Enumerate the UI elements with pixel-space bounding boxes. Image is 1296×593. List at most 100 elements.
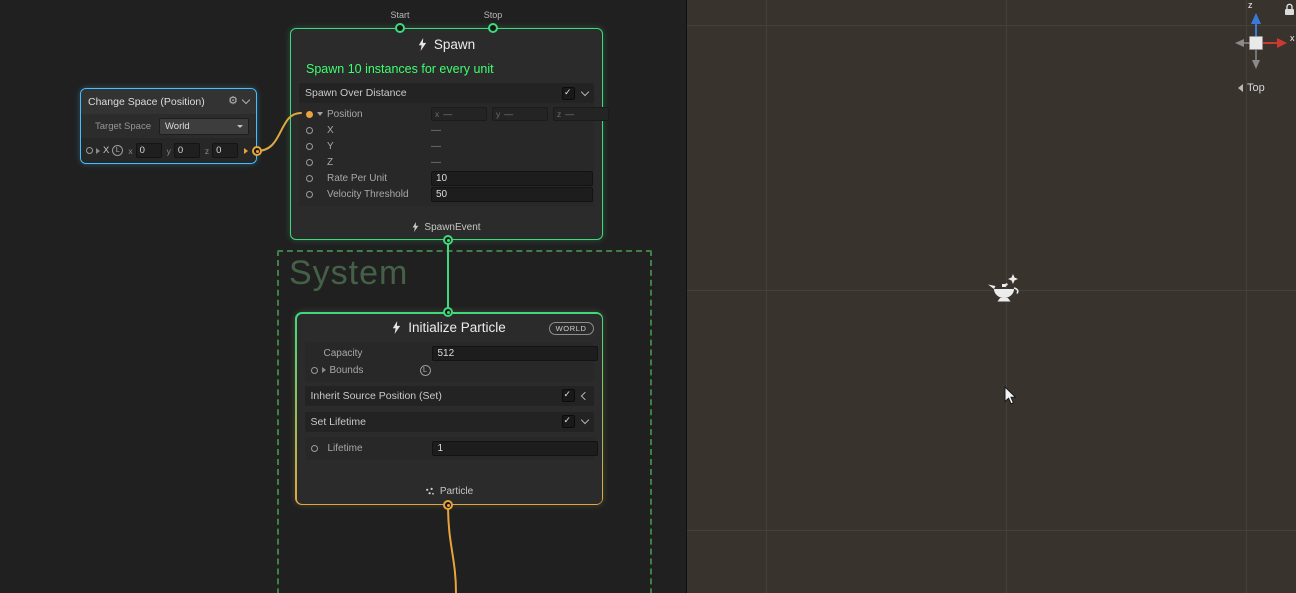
property-row-capacity[interactable]: Capacity 512 bbox=[305, 345, 594, 362]
chevron-down-icon[interactable] bbox=[581, 87, 589, 95]
space-toggle-icon[interactable]: L bbox=[420, 365, 431, 376]
x-input-port[interactable] bbox=[306, 127, 313, 134]
gizmo-center-cube[interactable] bbox=[1250, 37, 1263, 50]
property-row-y[interactable]: Y — bbox=[299, 138, 594, 154]
orientation-gizmo-axes[interactable] bbox=[1227, 8, 1296, 78]
capacity-input[interactable]: 512 bbox=[432, 346, 598, 361]
context-node-spawn[interactable]: Spawn Spawn 10 instances for every unit … bbox=[290, 28, 603, 240]
scene-view[interactable]: z x Top bbox=[686, 0, 1296, 593]
input-row-x[interactable]: X L x 0 y 0 z 0 bbox=[81, 138, 256, 163]
initialize-context-title: Initialize Particle WORLD bbox=[297, 314, 602, 342]
target-space-value: World bbox=[165, 121, 190, 132]
initialize-context-body: Initialize Particle WORLD Capacity 512 B… bbox=[297, 314, 602, 504]
dropdown-arrow-icon bbox=[237, 125, 243, 128]
vfx-editor-window: System Start Stop Spawn Spawn 10 instanc… bbox=[0, 0, 1296, 593]
property-label: Capacity bbox=[324, 348, 363, 359]
block-title: Spawn Over Distance bbox=[305, 87, 562, 99]
spawn-title-text: Spawn bbox=[434, 37, 475, 52]
property-row-position[interactable]: Position x— y— z— bbox=[299, 106, 594, 122]
lifetime-input-port[interactable] bbox=[311, 445, 318, 452]
neg-axis-cone[interactable] bbox=[1252, 60, 1260, 69]
axis-value: — bbox=[565, 109, 574, 119]
position-y-field[interactable]: y— bbox=[492, 107, 548, 121]
chevron-down-icon[interactable] bbox=[580, 416, 588, 424]
block-inherit-source-position[interactable]: Inherit Source Position (Set) bbox=[305, 386, 594, 406]
z-axis-label: z bbox=[1248, 0, 1253, 10]
position-x-field[interactable]: x— bbox=[431, 107, 487, 121]
expand-triangle-icon[interactable] bbox=[317, 112, 323, 116]
node-change-space[interactable]: Change Space (Position) ⚙ Target Space W… bbox=[80, 88, 257, 164]
axis-letter: z bbox=[205, 146, 209, 156]
x-input-port[interactable] bbox=[86, 147, 93, 154]
block-enabled-checkbox[interactable] bbox=[562, 87, 575, 100]
x-axis-label: x bbox=[1290, 33, 1295, 43]
particle-icon bbox=[425, 487, 435, 497]
property-row-bounds[interactable]: Bounds L bbox=[305, 362, 594, 379]
velocity-input-port[interactable] bbox=[306, 191, 313, 198]
property-label: Z bbox=[327, 157, 333, 168]
lightning-icon bbox=[418, 38, 427, 51]
property-row-lifetime[interactable]: Lifetime 1 bbox=[305, 440, 594, 457]
lightning-icon bbox=[412, 222, 419, 232]
spawn-event-output-port[interactable] bbox=[443, 235, 453, 245]
settings-gear-icon[interactable]: ⚙ bbox=[228, 96, 238, 107]
z-value-input[interactable]: 0 bbox=[212, 143, 238, 158]
axis-letter: x bbox=[435, 109, 439, 119]
velocity-threshold-input[interactable]: 50 bbox=[431, 187, 593, 202]
system-group-label: System bbox=[279, 252, 650, 293]
initialize-output-port[interactable] bbox=[443, 500, 453, 510]
vfx-lamp-gizmo-icon[interactable] bbox=[987, 272, 1023, 304]
space-toggle-icon[interactable]: L bbox=[112, 145, 123, 156]
expand-arrow-icon[interactable] bbox=[96, 148, 100, 154]
x-axis-cone[interactable] bbox=[1277, 38, 1287, 48]
target-space-label: Target Space bbox=[95, 121, 151, 132]
z-axis-cone[interactable] bbox=[1251, 13, 1261, 24]
node-header: Change Space (Position) ⚙ bbox=[81, 89, 256, 114]
grid-line bbox=[687, 25, 1296, 26]
property-value: — bbox=[431, 157, 441, 168]
node-title: Change Space (Position) bbox=[88, 96, 223, 108]
chevron-down-icon[interactable] bbox=[242, 96, 250, 104]
stop-port-label: Stop bbox=[476, 10, 510, 20]
change-space-output-port[interactable] bbox=[252, 146, 262, 156]
context-node-initialize-particle[interactable]: Initialize Particle WORLD Capacity 512 B… bbox=[295, 312, 603, 505]
bounds-input-port[interactable] bbox=[311, 367, 318, 374]
start-port-label: Start bbox=[383, 10, 417, 20]
spawn-stop-port[interactable] bbox=[488, 23, 498, 33]
property-row-x[interactable]: X — bbox=[299, 122, 594, 138]
initialize-input-port[interactable] bbox=[443, 307, 453, 317]
property-label: X bbox=[327, 125, 334, 136]
lock-icon[interactable] bbox=[1284, 3, 1295, 16]
neg-axis-cone[interactable] bbox=[1235, 39, 1244, 47]
target-space-dropdown[interactable]: World bbox=[159, 118, 249, 135]
position-z-field[interactable]: z— bbox=[553, 107, 609, 121]
space-badge[interactable]: WORLD bbox=[549, 322, 594, 335]
y-value-input[interactable]: 0 bbox=[174, 143, 200, 158]
position-input-port[interactable] bbox=[306, 111, 313, 118]
output-arrow-icon bbox=[244, 148, 248, 154]
view-mode-selector[interactable]: Top bbox=[1238, 82, 1265, 94]
grid-line bbox=[687, 530, 1296, 531]
block-title: Inherit Source Position (Set) bbox=[311, 390, 562, 402]
z-input-port[interactable] bbox=[306, 159, 313, 166]
property-row-velocity-threshold[interactable]: Velocity Threshold 50 bbox=[299, 186, 594, 202]
block-set-lifetime[interactable]: Set Lifetime bbox=[305, 412, 594, 432]
spawn-start-port[interactable] bbox=[395, 23, 405, 33]
block-enabled-checkbox[interactable] bbox=[562, 389, 575, 402]
y-input-port[interactable] bbox=[306, 143, 313, 150]
block-properties: Position x— y— z— X — Y — bbox=[299, 103, 594, 206]
property-row-z[interactable]: Z — bbox=[299, 154, 594, 170]
block-enabled-checkbox[interactable] bbox=[562, 415, 575, 428]
spawn-context-title: Spawn bbox=[291, 29, 602, 59]
chevron-left-icon[interactable] bbox=[580, 391, 588, 399]
property-row-rate-per-unit[interactable]: Rate Per Unit 10 bbox=[299, 170, 594, 186]
property-label: Velocity Threshold bbox=[327, 189, 409, 200]
expand-arrow-icon[interactable] bbox=[322, 367, 326, 373]
rate-per-unit-input[interactable]: 10 bbox=[431, 171, 593, 186]
initialize-title-text: Initialize Particle bbox=[408, 320, 506, 335]
x-value-input[interactable]: 0 bbox=[136, 143, 162, 158]
rate-input-port[interactable] bbox=[306, 175, 313, 182]
graph-editor-canvas[interactable]: System Start Stop Spawn Spawn 10 instanc… bbox=[0, 0, 686, 593]
lifetime-input[interactable]: 1 bbox=[432, 441, 598, 456]
block-spawn-over-distance[interactable]: Spawn Over Distance bbox=[299, 83, 594, 103]
